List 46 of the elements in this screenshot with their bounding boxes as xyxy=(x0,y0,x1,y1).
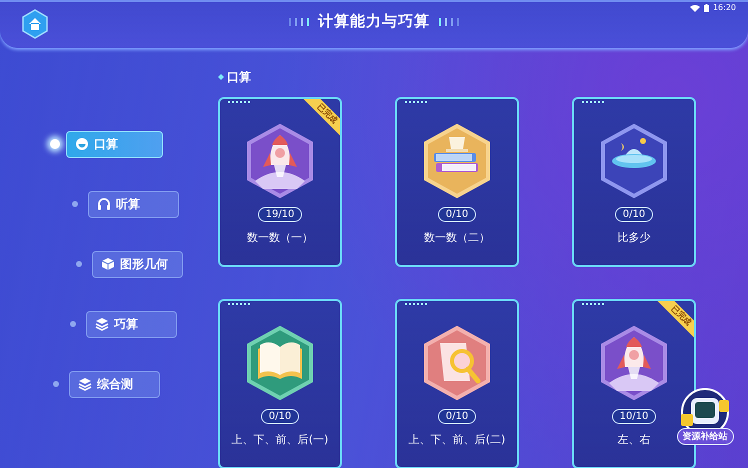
lesson-card[interactable]: 0/10 数一数（二） xyxy=(395,97,519,267)
timeline-dot xyxy=(72,201,78,207)
progress-label: 19/10 xyxy=(258,207,302,222)
cube-icon xyxy=(101,257,115,271)
battery-icon xyxy=(704,4,709,12)
progress-label: 0/10 xyxy=(260,409,300,424)
section-title: 口算 xyxy=(227,68,251,86)
progress-label: 0/10 xyxy=(438,409,476,424)
sidebar-item[interactable]: 综合测 xyxy=(69,370,160,398)
sidebar-item[interactable]: 巧算 xyxy=(86,310,177,338)
lesson-card[interactable]: 0/10 上、下、前、后(一) xyxy=(218,299,342,468)
lesson-name: 左、右 xyxy=(618,432,650,447)
rocket-badge-icon xyxy=(599,325,669,401)
lesson-card[interactable]: 19/10 数一数（一） 已完成 xyxy=(218,97,342,267)
ufo-badge-icon xyxy=(599,123,669,199)
title-decoration-icon xyxy=(438,16,460,26)
diamond-icon xyxy=(218,74,224,80)
rocket-badge-icon xyxy=(245,123,315,199)
layers-icon xyxy=(78,377,92,391)
timeline-dot xyxy=(53,381,59,387)
timeline-dot xyxy=(76,261,82,267)
lesson-card[interactable]: 0/10 上、下、前、后(二) xyxy=(395,299,519,468)
lesson-name: 上、下、前、后(一) xyxy=(232,432,328,447)
headphones-icon xyxy=(97,197,111,211)
lesson-name: 上、下、前、后(二) xyxy=(408,432,506,447)
open-book-badge-icon xyxy=(245,325,315,401)
face-icon xyxy=(75,137,89,151)
lesson-name: 数一数（一） xyxy=(247,230,313,245)
sidebar-item[interactable]: 图形几何 xyxy=(92,250,183,278)
books-badge-icon xyxy=(422,123,492,199)
lesson-card[interactable]: 0/10 比多少 xyxy=(572,97,696,267)
page-title: 计算能力与巧算 xyxy=(318,12,430,31)
lesson-name: 比多少 xyxy=(618,230,650,245)
sidebar-item[interactable]: 听算 xyxy=(88,190,179,218)
lesson-name: 数一数（二） xyxy=(424,230,490,245)
magnifier-badge-icon xyxy=(422,325,492,401)
title-decoration-icon xyxy=(288,16,310,26)
progress-label: 0/10 xyxy=(614,207,654,222)
home-button[interactable] xyxy=(22,9,48,39)
progress-label: 0/10 xyxy=(438,207,476,222)
progress-label: 10/10 xyxy=(612,409,656,424)
wifi-icon xyxy=(690,4,700,12)
timeline-dot xyxy=(70,321,76,327)
timeline-dot xyxy=(50,139,60,149)
status-time: 16:20 xyxy=(712,3,736,12)
layers-icon xyxy=(95,317,109,331)
